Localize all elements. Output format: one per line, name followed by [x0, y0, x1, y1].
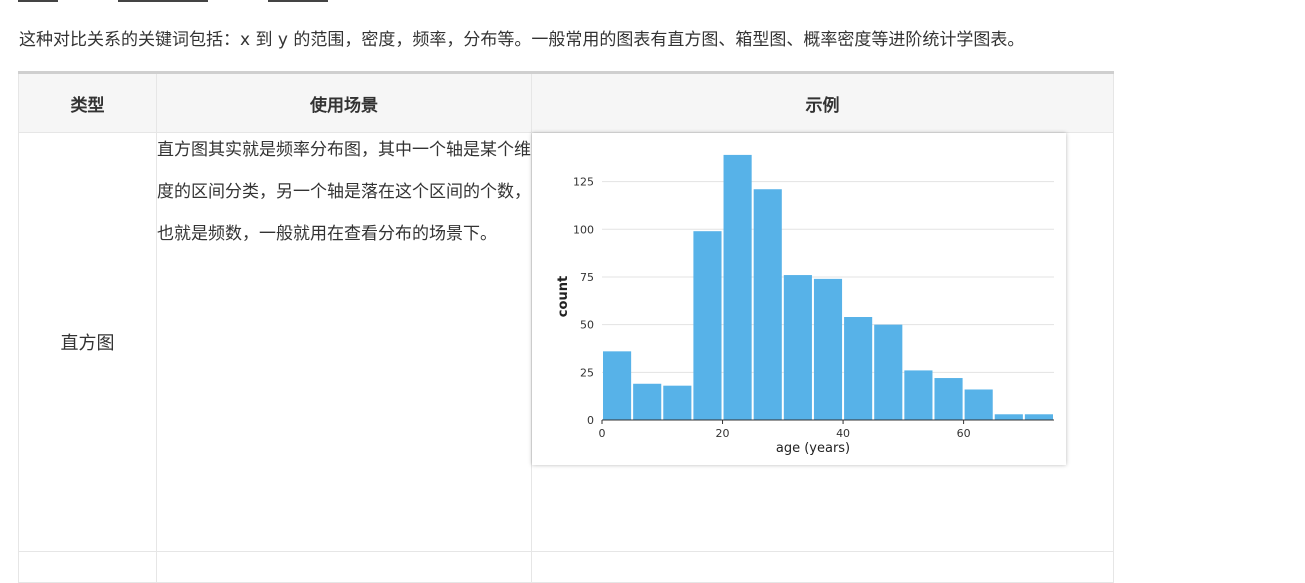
- x-tick-label: 60: [957, 427, 971, 440]
- usage-text: 直方图其实就是频率分布图，其中一个轴是某个维度的区间分类，另一个轴是落在这个区间…: [157, 140, 531, 244]
- histogram-bar: [904, 370, 933, 420]
- histogram-bar: [723, 154, 752, 420]
- example-cell: 0 25 50 75 100 125 0 20 40 60 age (years) count: [531, 132, 1114, 552]
- y-tick-label: 0: [587, 414, 594, 427]
- table-row: 直方图 直方图其实就是频率分布图，其中一个轴是某个维度的区间分类，另一个轴是落在…: [18, 132, 1114, 552]
- histogram-bar: [603, 351, 632, 420]
- type-cell: 直方图: [18, 132, 157, 552]
- histogram-bar: [753, 189, 782, 420]
- cropped-heading-remnant: [18, 0, 438, 6]
- histogram-bar: [663, 385, 692, 420]
- histogram-chart: 0 25 50 75 100 125 0 20 40 60 age (years) count: [556, 154, 1054, 456]
- histogram-bar: [994, 414, 1023, 420]
- chart-type-table: 类型 使用场景 示例 直方图 直方图其实就是频率分布图，其中一个轴是某个维度的区…: [18, 71, 1114, 583]
- header-example: 示例: [531, 72, 1114, 133]
- y-tick-label: 75: [580, 271, 594, 284]
- usage-cell: 直方图其实就是频率分布图，其中一个轴是某个维度的区间分类，另一个轴是落在这个区间…: [156, 132, 532, 552]
- x-axis-label: age (years): [776, 441, 850, 456]
- x-tick-label: 20: [716, 427, 730, 440]
- intro-paragraph: 这种对比关系的关键词包括：x 到 y 的范围，密度，频率，分布等。一般常用的图表…: [19, 30, 1025, 50]
- histogram-bar: [813, 278, 843, 420]
- y-tick-label: 125: [573, 176, 594, 189]
- histogram-bar: [633, 383, 662, 420]
- histogram-bar: [934, 378, 963, 420]
- histogram-bar: [783, 275, 812, 420]
- y-tick-label: 25: [580, 366, 594, 379]
- y-tick-label: 100: [573, 223, 594, 236]
- header-type: 类型: [18, 72, 157, 133]
- x-tick-label: 0: [599, 427, 606, 440]
- histogram-bar: [964, 389, 993, 420]
- y-axis-label: count: [556, 276, 571, 317]
- histogram-bar: [844, 317, 873, 420]
- histogram-chart-card: 0 25 50 75 100 125 0 20 40 60 age (years) count: [532, 133, 1066, 465]
- histogram-bar: [693, 231, 722, 420]
- y-tick-label: 50: [580, 319, 594, 332]
- table-row: [18, 551, 1114, 583]
- histogram-bar: [874, 324, 903, 420]
- table-header-row: 类型 使用场景 示例: [18, 72, 1114, 133]
- x-tick-label: 40: [836, 427, 850, 440]
- histogram-bar: [1024, 414, 1053, 420]
- header-usage: 使用场景: [156, 72, 532, 133]
